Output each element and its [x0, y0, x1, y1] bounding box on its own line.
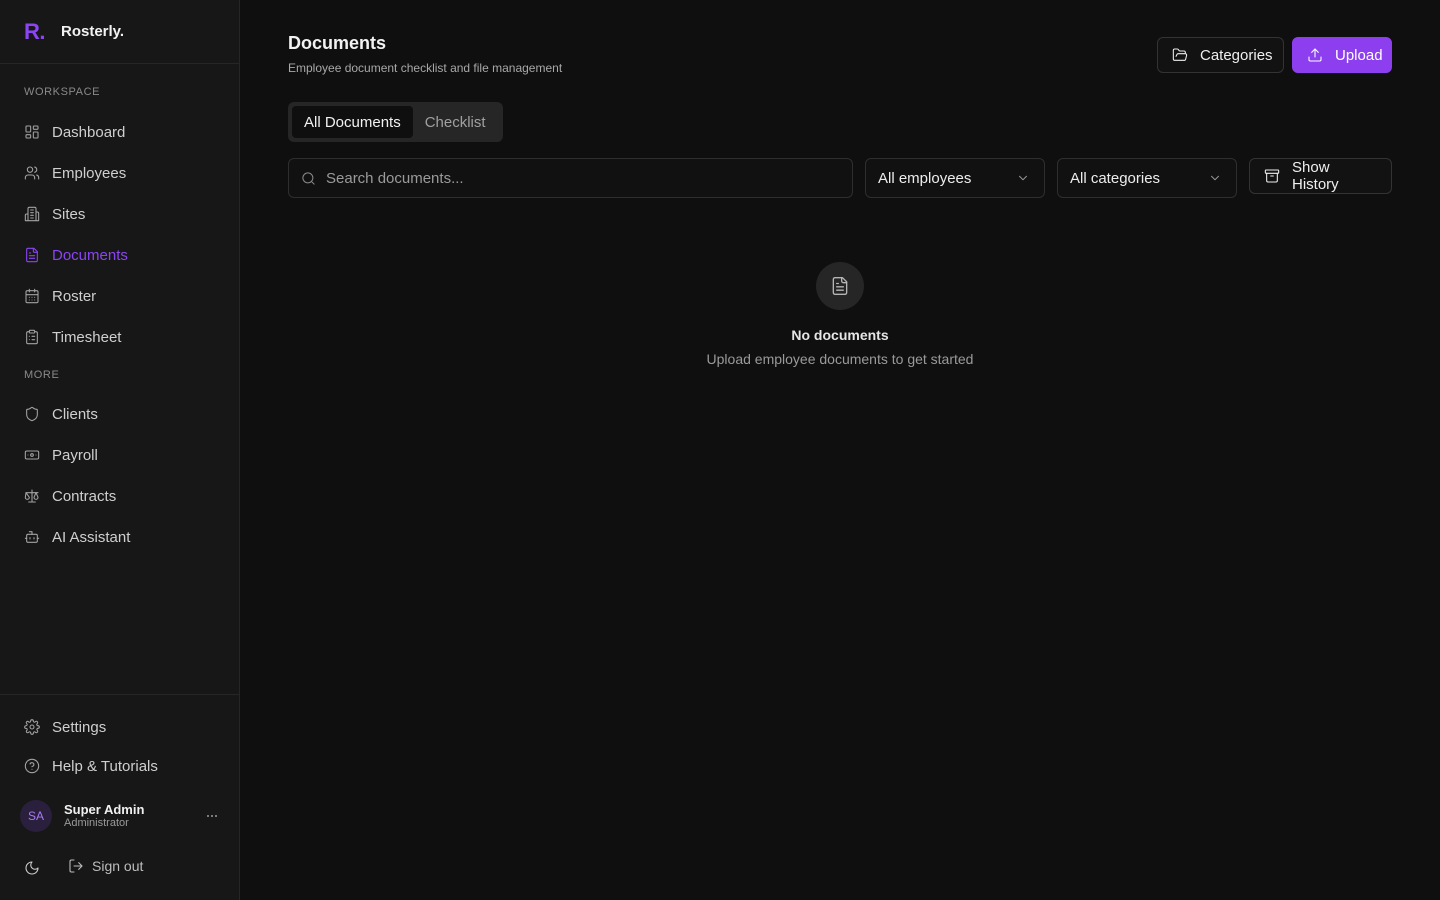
empty-state-title: No documents [791, 327, 889, 343]
section-label-workspace: WORKSPACE [24, 86, 101, 98]
sidebar-item-label: Dashboard [52, 123, 126, 141]
sidebar-item-label: Settings [52, 718, 107, 736]
sidebar-item-label: Timesheet [52, 328, 122, 346]
brand-name: Rosterly. [61, 23, 125, 40]
brand[interactable]: R. Rosterly. [0, 0, 239, 64]
document-icon [24, 247, 40, 263]
sign-out-label: Sign out [92, 858, 144, 874]
tabs: All Documents Checklist [288, 102, 503, 142]
chevron-down-icon [1016, 171, 1030, 185]
calendar-icon [24, 288, 40, 304]
sidebar-item-documents[interactable]: Documents [12, 237, 228, 273]
sidebar-item-dashboard[interactable]: Dashboard [12, 114, 228, 150]
sidebar-item-label: Payroll [52, 446, 98, 464]
building-icon [24, 206, 40, 222]
employee-select[interactable]: All employees [865, 158, 1045, 198]
categories-label: Categories [1200, 46, 1273, 64]
sidebar-item-clients[interactable]: Clients [12, 396, 228, 432]
sidebar-item-label: Clients [52, 405, 98, 423]
upload-button[interactable]: Upload [1292, 37, 1392, 73]
gear-icon [24, 719, 40, 735]
show-history-button[interactable]: Show History [1249, 158, 1392, 194]
moon-icon[interactable] [24, 860, 40, 876]
search-field[interactable] [288, 158, 853, 198]
sidebar-item-label: Help & Tutorials [52, 757, 158, 775]
sidebar-item-label: Sites [52, 205, 86, 223]
page-title: Documents [288, 33, 387, 53]
search-icon [301, 171, 316, 186]
file-text-icon [830, 276, 850, 296]
tab-all-documents[interactable]: All Documents [292, 106, 413, 138]
user-profile[interactable]: SA Super Admin Administrator [20, 800, 230, 832]
category-select[interactable]: All categories [1057, 158, 1237, 198]
sidebar-item-timesheet[interactable]: Timesheet [12, 319, 228, 355]
user-role: Administrator [64, 817, 129, 829]
sidebar-item-label: Documents [52, 246, 128, 264]
sidebar-item-employees[interactable]: Employees [12, 155, 228, 191]
empty-state-icon [816, 262, 864, 310]
upload-label: Upload [1335, 46, 1383, 64]
tab-checklist[interactable]: Checklist [413, 106, 498, 138]
sidebar-item-label: Contracts [52, 487, 117, 505]
avatar: SA [20, 800, 52, 832]
sidebar-item-settings[interactable]: Settings [12, 709, 228, 745]
help-circle-icon [24, 758, 40, 774]
sidebar-item-label: Employees [52, 164, 127, 182]
sidebar-item-help[interactable]: Help & Tutorials [12, 748, 228, 784]
search-input[interactable] [326, 169, 826, 187]
brand-logo: R. [24, 18, 46, 44]
page-subtitle: Employee document checklist and file man… [288, 61, 563, 75]
upload-icon [1307, 47, 1323, 63]
folder-open-icon [1172, 47, 1188, 63]
more-horizontal-icon[interactable] [204, 808, 220, 824]
dashboard-icon [24, 124, 40, 140]
section-label-more: MORE [24, 369, 60, 381]
sidebar-item-label: AI Assistant [52, 528, 131, 546]
user-name: Super Admin [64, 802, 145, 817]
category-select-value: All categories [1070, 169, 1161, 187]
sidebar-item-sites[interactable]: Sites [12, 196, 228, 232]
banknote-icon [24, 447, 40, 463]
sign-out-button[interactable]: Sign out [68, 858, 143, 874]
bot-icon [24, 529, 40, 545]
shield-icon [24, 406, 40, 422]
chevron-down-icon [1208, 171, 1222, 185]
employee-select-value: All employees [878, 169, 972, 187]
categories-button[interactable]: Categories [1157, 37, 1284, 73]
show-history-label: Show History [1292, 159, 1339, 193]
scale-icon [24, 488, 40, 504]
sidebar-item-label: Roster [52, 287, 97, 305]
sidebar-item-roster[interactable]: Roster [12, 278, 228, 314]
archive-icon [1264, 168, 1280, 184]
sidebar-item-contracts[interactable]: Contracts [12, 478, 228, 514]
log-out-icon [68, 858, 84, 874]
clipboard-icon [24, 329, 40, 345]
sidebar: R. Rosterly. WORKSPACE Dashboard Employe… [0, 0, 240, 900]
sidebar-item-payroll[interactable]: Payroll [12, 437, 228, 473]
empty-state-message: Upload employee documents to get started [706, 351, 974, 367]
users-icon [24, 165, 40, 181]
sidebar-item-ai-assistant[interactable]: AI Assistant [12, 519, 228, 555]
